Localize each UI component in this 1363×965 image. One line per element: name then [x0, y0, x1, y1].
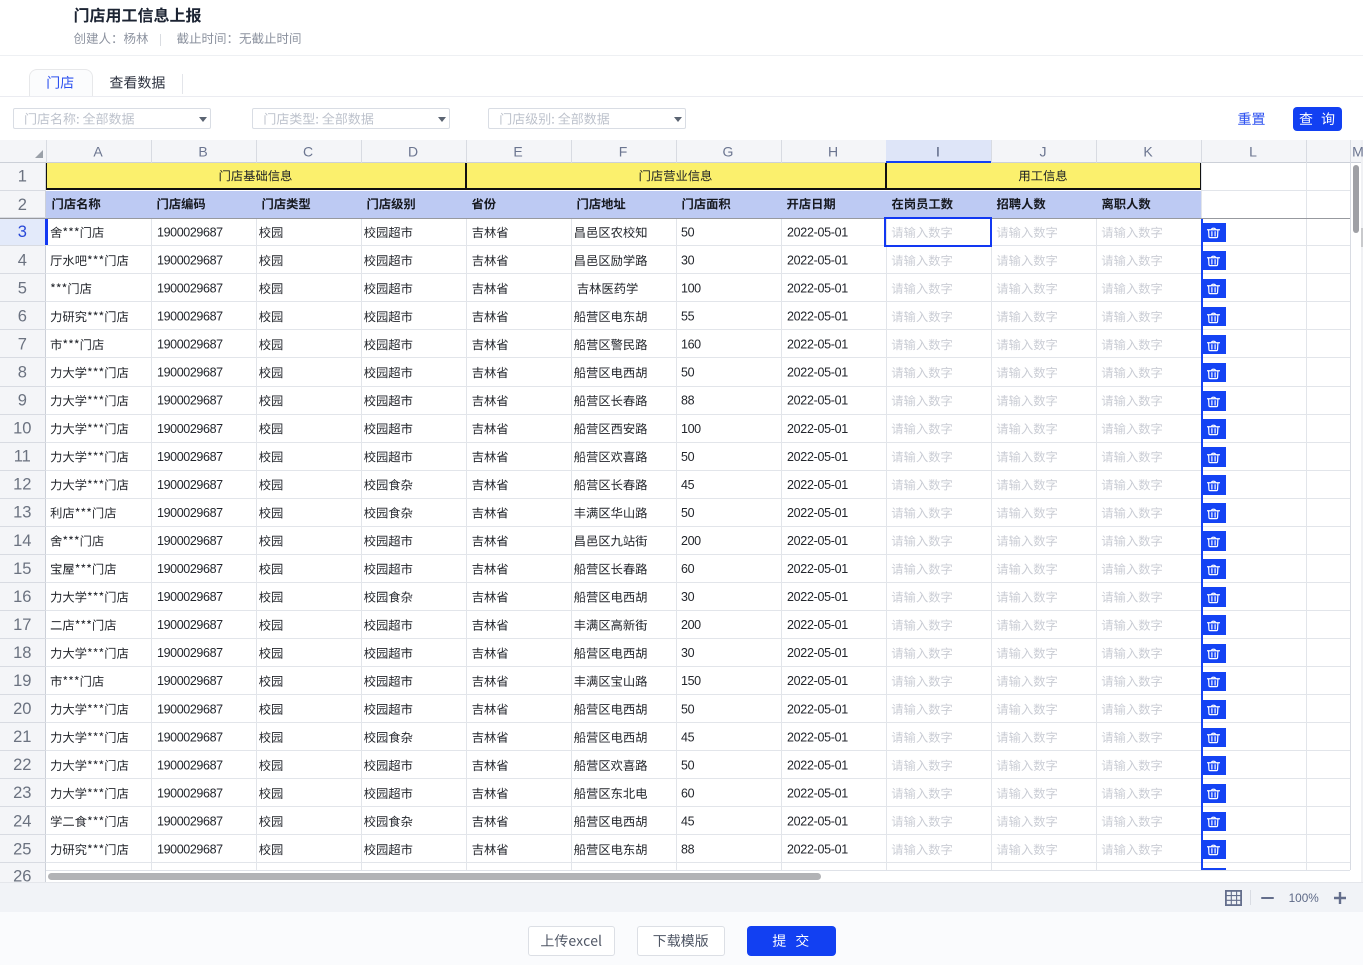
svg-text:1900029687: 1900029687 — [157, 674, 223, 688]
svg-text:1900029687: 1900029687 — [157, 282, 223, 296]
svg-text:30: 30 — [681, 646, 695, 660]
svg-text:150: 150 — [681, 674, 701, 688]
svg-text:2022-05-01: 2022-05-01 — [787, 478, 848, 492]
svg-text:2022-05-01: 2022-05-01 — [787, 534, 848, 548]
svg-text:2022-05-01: 2022-05-01 — [787, 450, 848, 464]
svg-text:160: 160 — [681, 338, 701, 352]
svg-text:1900029687: 1900029687 — [157, 814, 223, 828]
svg-text:1900029687: 1900029687 — [157, 786, 223, 800]
svg-text:2022-05-01: 2022-05-01 — [787, 506, 848, 520]
svg-text:2022-05-01: 2022-05-01 — [787, 225, 848, 239]
svg-text:1900029687: 1900029687 — [157, 422, 223, 436]
svg-text:2022-05-01: 2022-05-01 — [787, 422, 848, 436]
svg-text:2022-05-01: 2022-05-01 — [787, 590, 848, 604]
svg-text:1900029687: 1900029687 — [157, 450, 223, 464]
svg-text:30: 30 — [681, 590, 695, 604]
svg-text:2022-05-01: 2022-05-01 — [787, 253, 848, 267]
svg-text:2022-05-01: 2022-05-01 — [787, 338, 848, 352]
svg-text:1900029687: 1900029687 — [157, 310, 223, 324]
svg-text:1900029687: 1900029687 — [157, 338, 223, 352]
svg-text:1900029687: 1900029687 — [157, 366, 223, 380]
svg-text:2022-05-01: 2022-05-01 — [787, 758, 848, 772]
svg-text:2022-05-01: 2022-05-01 — [787, 562, 848, 576]
svg-text:2022-05-01: 2022-05-01 — [787, 843, 848, 857]
svg-text:45: 45 — [681, 478, 695, 492]
svg-text:2022-05-01: 2022-05-01 — [787, 394, 848, 408]
svg-text:1900029687: 1900029687 — [157, 702, 223, 716]
svg-text:1900029687: 1900029687 — [157, 646, 223, 660]
svg-text:1900029687: 1900029687 — [157, 534, 223, 548]
svg-text:2022-05-01: 2022-05-01 — [787, 282, 848, 296]
svg-text:1900029687: 1900029687 — [157, 843, 223, 857]
svg-text:1900029687: 1900029687 — [157, 225, 223, 239]
svg-text:1900029687: 1900029687 — [157, 618, 223, 632]
svg-text:50: 50 — [681, 366, 695, 380]
svg-text:50: 50 — [681, 506, 695, 520]
svg-text:2022-05-01: 2022-05-01 — [787, 786, 848, 800]
svg-text:55: 55 — [681, 310, 695, 324]
svg-text:60: 60 — [681, 562, 695, 576]
svg-text:50: 50 — [681, 225, 695, 239]
svg-text:45: 45 — [681, 730, 695, 744]
svg-text:2022-05-01: 2022-05-01 — [787, 702, 848, 716]
svg-text:1900029687: 1900029687 — [157, 758, 223, 772]
svg-text:1900029687: 1900029687 — [157, 253, 223, 267]
svg-text:1900029687: 1900029687 — [157, 478, 223, 492]
svg-text:1900029687: 1900029687 — [157, 730, 223, 744]
svg-text:88: 88 — [681, 394, 695, 408]
svg-text:1900029687: 1900029687 — [157, 590, 223, 604]
svg-text:2022-05-01: 2022-05-01 — [787, 730, 848, 744]
svg-text:2022-05-01: 2022-05-01 — [787, 646, 848, 660]
svg-text:100: 100 — [681, 282, 701, 296]
svg-text:1900029687: 1900029687 — [157, 562, 223, 576]
svg-text:50: 50 — [681, 450, 695, 464]
svg-text:200: 200 — [681, 534, 701, 548]
svg-text:2022-05-01: 2022-05-01 — [787, 618, 848, 632]
svg-text:200: 200 — [681, 618, 701, 632]
svg-text:50: 50 — [681, 702, 695, 716]
svg-text:100: 100 — [681, 422, 701, 436]
svg-text:1900029687: 1900029687 — [157, 394, 223, 408]
svg-text:45: 45 — [681, 814, 695, 828]
svg-text:88: 88 — [681, 843, 695, 857]
svg-text:30: 30 — [681, 253, 695, 267]
svg-text:60: 60 — [681, 786, 695, 800]
svg-text:2022-05-01: 2022-05-01 — [787, 674, 848, 688]
svg-text:2022-05-01: 2022-05-01 — [787, 310, 848, 324]
svg-text:1900029687: 1900029687 — [157, 506, 223, 520]
svg-text:2022-05-01: 2022-05-01 — [787, 814, 848, 828]
svg-text:2022-05-01: 2022-05-01 — [787, 366, 848, 380]
svg-text:50: 50 — [681, 758, 695, 772]
